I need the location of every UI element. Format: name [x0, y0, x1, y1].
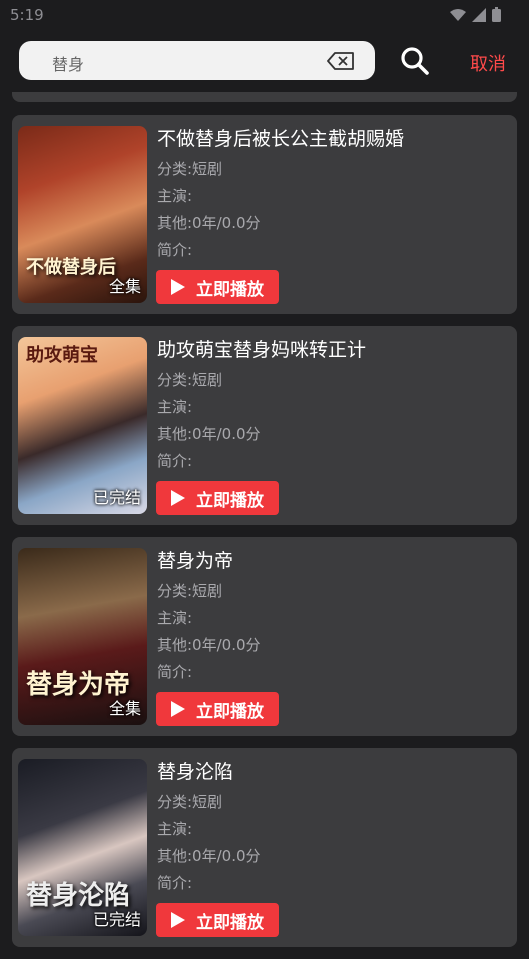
episode-badge: 全集	[108, 699, 141, 718]
battery-icon	[492, 7, 501, 22]
poster-image[interactable]: 替身为帝 全集	[18, 548, 147, 725]
card-title: 助攻萌宝替身妈咪转正计	[157, 339, 367, 361]
result-card[interactable]: 替身为帝 全集 替身为帝 分类:短剧 主演: 其他:0年/0.0分 简介: 立即…	[12, 537, 517, 736]
result-card[interactable]: 替身沦陷 已完结 替身沦陷 分类:短剧 主演: 其他:0年/0.0分 简介: 立…	[12, 748, 517, 947]
card-title: 不做替身后被长公主截胡赐婚	[157, 128, 405, 150]
card-category: 分类:短剧	[157, 582, 223, 600]
poster-image[interactable]: 助攻萌宝 已完结	[18, 337, 147, 514]
card-cast: 主演:	[157, 820, 193, 838]
card-intro: 简介:	[157, 452, 193, 470]
card-intro: 简介:	[157, 874, 193, 892]
backspace-clear-icon[interactable]	[327, 52, 355, 70]
search-query-text: 替身	[52, 55, 85, 74]
play-now-label: 立即播放	[196, 279, 264, 300]
status-time: 5:19	[10, 6, 44, 24]
episode-badge: 已完结	[92, 488, 141, 507]
card-info: 不做替身后被长公主截胡赐婚 分类:短剧 主演: 其他:0年/0.0分 简介:	[157, 126, 509, 264]
poster-image[interactable]: 替身沦陷 已完结	[18, 759, 147, 936]
search-icon[interactable]	[400, 46, 430, 76]
play-now-button[interactable]: 立即播放	[156, 903, 279, 937]
play-icon	[171, 912, 185, 928]
episode-badge: 全集	[108, 277, 141, 296]
play-now-label: 立即播放	[196, 490, 264, 511]
result-card[interactable]: 助攻萌宝 已完结 助攻萌宝替身妈咪转正计 分类:短剧 主演: 其他:0年/0.0…	[12, 326, 517, 525]
play-now-button[interactable]: 立即播放	[156, 692, 279, 726]
play-now-button[interactable]: 立即播放	[156, 481, 279, 515]
card-cast: 主演:	[157, 398, 193, 416]
result-card[interactable]: 不做替身后 全集 不做替身后被长公主截胡赐婚 分类:短剧 主演: 其他:0年/0…	[12, 115, 517, 314]
card-intro: 简介:	[157, 241, 193, 259]
card-other: 其他:0年/0.0分	[157, 425, 261, 443]
card-info: 替身沦陷 分类:短剧 主演: 其他:0年/0.0分 简介:	[157, 759, 509, 897]
card-info: 助攻萌宝替身妈咪转正计 分类:短剧 主演: 其他:0年/0.0分 简介:	[157, 337, 509, 475]
card-other: 其他:0年/0.0分	[157, 847, 261, 865]
status-bar: 5:19	[0, 0, 529, 30]
card-other: 其他:0年/0.0分	[157, 214, 261, 232]
card-cast: 主演:	[157, 609, 193, 627]
play-now-label: 立即播放	[196, 912, 264, 933]
poster-image[interactable]: 不做替身后 全集	[18, 126, 147, 303]
search-header: 替身 取消	[0, 30, 529, 100]
play-now-button[interactable]: 立即播放	[156, 270, 279, 304]
card-title: 替身为帝	[157, 550, 234, 572]
play-now-label: 立即播放	[196, 701, 264, 722]
card-category: 分类:短剧	[157, 793, 223, 811]
previous-card-edge	[12, 92, 517, 102]
episode-badge: 已完结	[92, 910, 141, 929]
play-icon	[171, 490, 185, 506]
card-info: 替身为帝 分类:短剧 主演: 其他:0年/0.0分 简介:	[157, 548, 509, 686]
signal-icon	[472, 7, 486, 22]
status-icons	[450, 7, 501, 22]
play-icon	[171, 279, 185, 295]
card-cast: 主演:	[157, 187, 193, 205]
play-icon	[171, 701, 185, 717]
search-input[interactable]: 替身	[19, 41, 375, 80]
card-category: 分类:短剧	[157, 371, 223, 389]
result-list: 不做替身后 全集 不做替身后被长公主截胡赐婚 分类:短剧 主演: 其他:0年/0…	[12, 115, 517, 959]
poster-title-art: 助攻萌宝	[26, 345, 98, 366]
card-intro: 简介:	[157, 663, 193, 681]
wifi-icon	[450, 8, 466, 21]
cancel-button[interactable]: 取消	[470, 50, 506, 76]
card-title: 替身沦陷	[157, 761, 234, 783]
card-other: 其他:0年/0.0分	[157, 636, 261, 654]
poster-title-art: 不做替身后	[26, 257, 116, 278]
card-category: 分类:短剧	[157, 160, 223, 178]
